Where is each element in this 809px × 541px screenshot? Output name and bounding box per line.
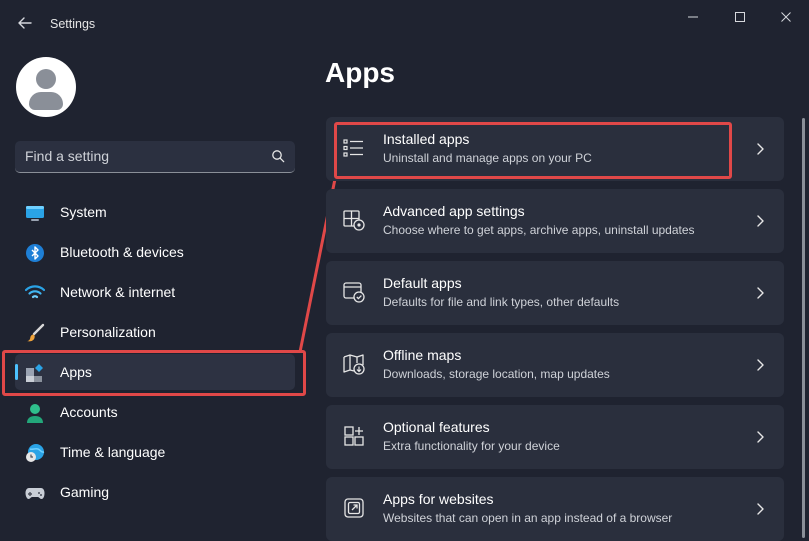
globe-clock-icon — [25, 443, 45, 463]
open-external-icon — [342, 496, 366, 520]
person-icon — [25, 403, 45, 423]
chevron-right-icon — [756, 285, 766, 301]
title-bar: Settings — [0, 0, 809, 48]
app-settings-icon — [342, 208, 366, 232]
avatar-head — [36, 69, 56, 89]
card-offline-maps[interactable]: Offline maps Downloads, storage location… — [326, 333, 784, 397]
card-advanced-app-settings[interactable]: Advanced app settings Choose where to ge… — [326, 189, 784, 253]
apps-icon — [25, 363, 45, 383]
card-description: Downloads, storage location, map updates — [383, 367, 610, 381]
sidebar-item-label: Bluetooth & devices — [60, 244, 184, 260]
selection-indicator — [15, 364, 18, 380]
sidebar-item-time-language[interactable]: Time & language — [15, 434, 295, 470]
scrollbar[interactable] — [802, 118, 805, 538]
sidebar-item-accounts[interactable]: Accounts — [15, 394, 295, 430]
list-icon — [342, 136, 366, 160]
card-installed-apps[interactable]: Installed apps Uninstall and manage apps… — [326, 117, 784, 181]
maximize-icon[interactable] — [717, 6, 763, 28]
sidebar-item-personalization[interactable]: Personalization — [15, 314, 295, 350]
default-apps-icon — [342, 280, 366, 304]
minimize-icon[interactable] — [670, 6, 716, 28]
sidebar-item-label: Apps — [60, 364, 92, 380]
chevron-right-icon — [756, 357, 766, 373]
card-title: Offline maps — [383, 347, 462, 363]
sidebar-item-system[interactable]: System — [15, 194, 295, 230]
sidebar-item-label: System — [60, 204, 107, 220]
add-feature-icon — [342, 424, 366, 448]
card-title: Advanced app settings — [383, 203, 525, 219]
card-title: Installed apps — [383, 131, 470, 147]
search-input[interactable] — [25, 141, 255, 171]
card-description: Choose where to get apps, archive apps, … — [383, 223, 695, 237]
card-description: Websites that can open in an app instead… — [383, 511, 673, 525]
brush-icon — [25, 323, 45, 343]
bluetooth-icon — [25, 243, 45, 263]
gamepad-icon — [25, 483, 45, 503]
chevron-right-icon — [756, 141, 766, 157]
sidebar-item-network[interactable]: Network & internet — [15, 274, 295, 310]
sidebar-item-label: Time & language — [60, 444, 166, 460]
card-apps-for-websites[interactable]: Apps for websites Websites that can open… — [326, 477, 784, 541]
card-description: Extra functionality for your device — [383, 439, 560, 453]
sidebar-item-label: Gaming — [60, 484, 110, 500]
chevron-right-icon — [756, 213, 766, 229]
sidebar-item-label: Personalization — [60, 324, 156, 340]
avatar[interactable] — [16, 57, 76, 117]
page-title: Apps — [325, 57, 395, 88]
sidebar-item-label: Accounts — [60, 404, 118, 420]
card-description: Defaults for file and link types, other … — [383, 295, 620, 309]
card-title: Apps for websites — [383, 491, 494, 507]
close-icon[interactable] — [763, 6, 809, 28]
card-description: Uninstall and manage apps on your PC — [383, 151, 592, 165]
search-box[interactable] — [15, 141, 295, 173]
back-arrow-icon[interactable] — [14, 12, 36, 34]
sidebar-item-gaming[interactable]: Gaming — [15, 474, 295, 510]
chevron-right-icon — [756, 501, 766, 517]
card-optional-features[interactable]: Optional features Extra functionality fo… — [326, 405, 784, 469]
map-download-icon — [342, 352, 366, 376]
avatar-body — [29, 92, 63, 110]
sidebar-item-apps[interactable]: Apps — [15, 354, 295, 390]
chevron-right-icon — [756, 429, 766, 445]
search-icon[interactable] — [271, 149, 285, 163]
wifi-icon — [24, 283, 46, 303]
sidebar-item-bluetooth[interactable]: Bluetooth & devices — [15, 234, 295, 270]
card-title: Optional features — [383, 419, 490, 435]
card-default-apps[interactable]: Default apps Defaults for file and link … — [326, 261, 784, 325]
card-title: Default apps — [383, 275, 462, 291]
window-title: Settings — [50, 17, 96, 31]
sidebar-item-label: Network & internet — [60, 284, 176, 300]
system-icon — [25, 203, 45, 223]
